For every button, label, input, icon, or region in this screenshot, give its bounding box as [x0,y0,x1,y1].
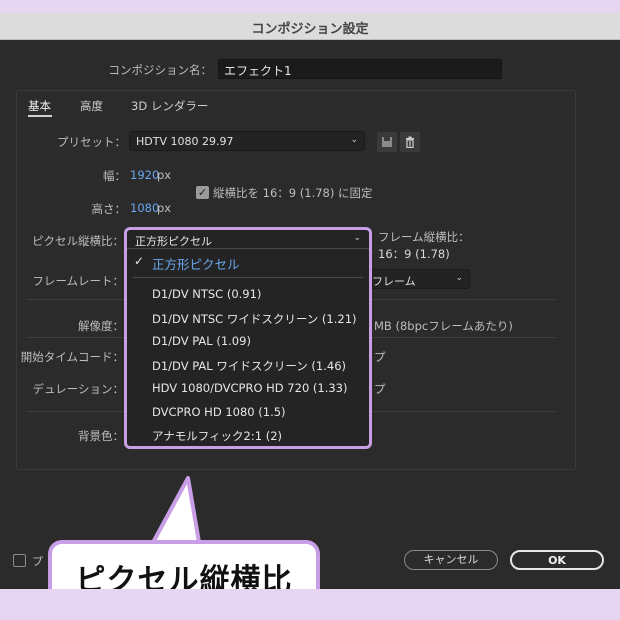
bottom-frame [0,589,620,620]
callout-pointer [148,476,202,550]
